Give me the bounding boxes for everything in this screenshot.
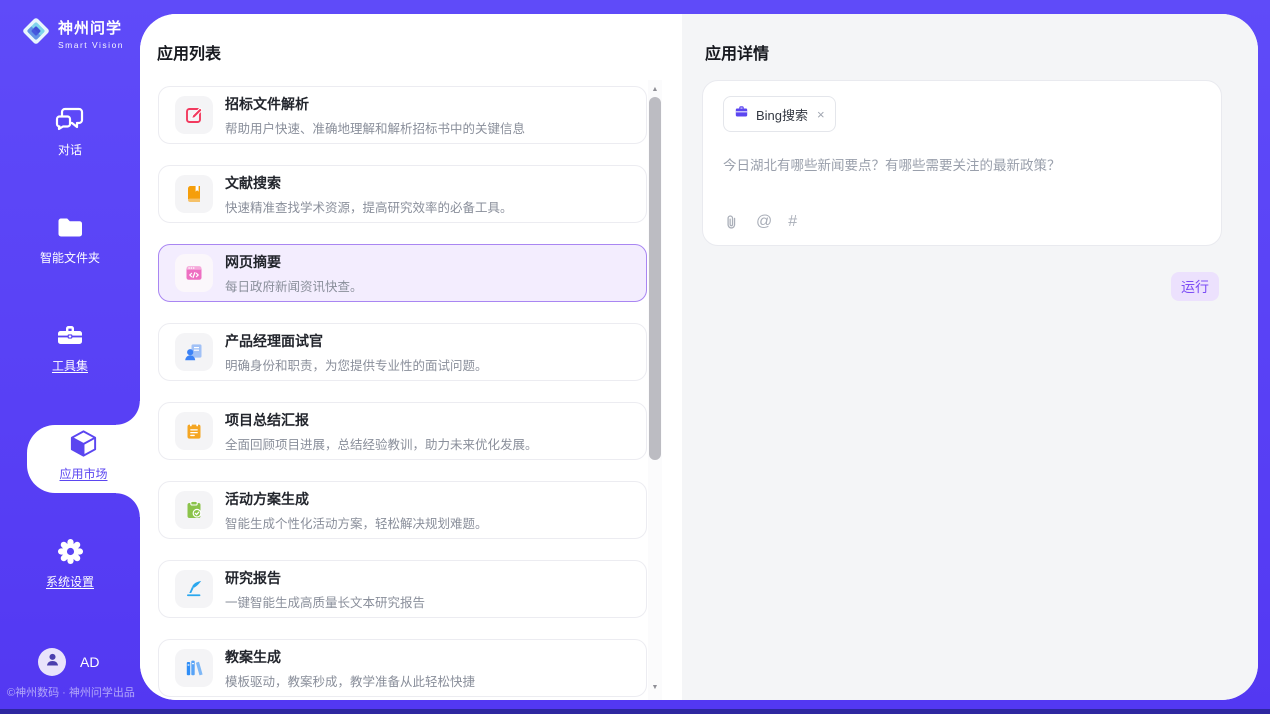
diamond-logo-icon	[20, 15, 52, 52]
hash-icon[interactable]: #	[788, 213, 797, 231]
run-button[interactable]: 运行	[1171, 272, 1219, 301]
sidebar-item-label: 应用市场	[59, 465, 107, 482]
sidebar-nav: 对话智能文件夹工具集应用市场系统设置	[0, 101, 140, 601]
tool-tag-bing-search[interactable]: Bing搜索 ×	[723, 96, 836, 132]
app-description: 全面回顾项目进展，总结经验教训，助力未来优化发展。	[225, 434, 538, 453]
at-icon[interactable]: @	[756, 213, 772, 231]
sidebar-item-settings[interactable]: 系统设置	[0, 533, 140, 601]
app-list-title: 应用列表	[157, 40, 221, 64]
clipboard-check-icon	[175, 491, 213, 529]
app-detail-title: 应用详情	[705, 40, 769, 64]
run-config-card: Bing搜索 × 今日湖北有哪些新闻要点？有哪些需要关注的最新政策？ @ #	[702, 80, 1222, 246]
gear-icon	[57, 533, 84, 569]
main-panel: 应用列表 招标文件解析帮助用户快速、准确地理解和解析招标书中的关键信息文献搜索快…	[140, 14, 1258, 700]
app-description: 帮助用户快速、准确地理解和解析招标书中的关键信息	[225, 118, 525, 137]
app-title: 网页摘要	[225, 252, 363, 272]
app-title: 招标文件解析	[225, 94, 525, 114]
app-description: 智能生成个性化活动方案，轻松解决规划难题。	[225, 513, 488, 532]
edit-document-icon	[175, 96, 213, 134]
toolbox-icon	[56, 317, 84, 353]
app-description: 每日政府新闻资讯快查。	[225, 276, 363, 295]
interviewer-icon	[175, 333, 213, 371]
scrollbar[interactable]: ▲ ▼	[648, 80, 662, 700]
tool-tag-label: Bing搜索	[756, 105, 808, 124]
app-title: 活动方案生成	[225, 489, 488, 509]
scroll-thumb[interactable]	[649, 97, 661, 460]
list-item[interactable]: 产品经理面试官明确身份和职责，为您提供专业性的面试问题。	[158, 323, 647, 381]
list-item[interactable]: 招标文件解析帮助用户快速、准确地理解和解析招标书中的关键信息	[158, 86, 647, 144]
list-item[interactable]: 教案生成模板驱动，教案秒成，教学准备从此轻松快捷	[158, 639, 647, 697]
user-profile[interactable]: AD	[38, 648, 99, 676]
folder-icon	[56, 209, 84, 245]
app-title: 教案生成	[225, 647, 475, 667]
app-description: 明确身份和职责，为您提供专业性的面试问题。	[225, 355, 488, 374]
paperclip-icon[interactable]	[723, 214, 740, 231]
prompt-input[interactable]: 今日湖北有哪些新闻要点？有哪些需要关注的最新政策？	[723, 154, 1201, 214]
sidebar-item-chat[interactable]: 对话	[0, 101, 140, 169]
sidebar-item-smart-folder[interactable]: 智能文件夹	[0, 209, 140, 277]
app-list-pane: 应用列表 招标文件解析帮助用户快速、准确地理解和解析招标书中的关键信息文献搜索快…	[140, 14, 682, 700]
app-title: 项目总结汇报	[225, 410, 538, 430]
user-name: AD	[80, 654, 99, 670]
web-code-icon	[175, 254, 213, 292]
copyright-text: ©神州数码 · 神州问学出品	[7, 684, 147, 700]
books-icon	[175, 649, 213, 687]
avatar	[38, 648, 66, 676]
briefcase-icon	[734, 104, 749, 124]
sidebar-item-label: 智能文件夹	[40, 249, 100, 266]
window-bottom-edge	[0, 709, 1270, 714]
app-description: 模板驱动，教案秒成，教学准备从此轻松快捷	[225, 671, 475, 690]
app-detail-pane: 应用详情 Bing搜索 × 今日湖北有哪些新闻要点？有哪些需要关注的最新政策？ …	[682, 14, 1258, 700]
notepad-icon	[175, 412, 213, 450]
app-title: 研究报告	[225, 568, 425, 588]
sidebar-item-toolkit[interactable]: 工具集	[0, 317, 140, 385]
book-icon	[175, 175, 213, 213]
list-item[interactable]: 项目总结汇报全面回顾项目进展，总结经验教训，助力未来优化发展。	[158, 402, 647, 460]
sidebar-item-app-market[interactable]: 应用市场	[27, 425, 140, 493]
list-item[interactable]: 文献搜索快速精准查找学术资源，提高研究效率的必备工具。	[158, 165, 647, 223]
app-description: 一键智能生成高质量长文本研究报告	[225, 592, 425, 611]
quill-report-icon	[175, 570, 213, 608]
list-item[interactable]: 活动方案生成智能生成个性化活动方案，轻松解决规划难题。	[158, 481, 647, 539]
app-card-list: 招标文件解析帮助用户快速、准确地理解和解析招标书中的关键信息文献搜索快速精准查找…	[158, 86, 647, 700]
chat-icon	[55, 101, 85, 137]
app-root: 神州问学 Smart Vision 对话智能文件夹工具集应用市场系统设置 AD …	[0, 0, 1270, 714]
logo-title: 神州问学	[58, 17, 124, 38]
cube-icon	[68, 425, 99, 461]
app-description: 快速精准查找学术资源，提高研究效率的必备工具。	[225, 197, 513, 216]
sidebar-item-label: 对话	[58, 141, 82, 158]
scroll-down-icon[interactable]: ▼	[648, 680, 662, 694]
app-title: 文献搜索	[225, 173, 513, 193]
logo-subtitle: Smart Vision	[58, 40, 124, 50]
user-avatar-icon	[44, 651, 61, 673]
sidebar-item-label: 系统设置	[46, 573, 94, 590]
input-toolbar: @ #	[723, 213, 797, 231]
close-icon[interactable]: ×	[817, 108, 825, 121]
logo: 神州问学 Smart Vision	[20, 15, 124, 52]
sidebar-item-label: 工具集	[52, 357, 88, 374]
app-title: 产品经理面试官	[225, 331, 488, 351]
list-item[interactable]: 研究报告一键智能生成高质量长文本研究报告	[158, 560, 647, 618]
list-item[interactable]: 网页摘要每日政府新闻资讯快查。	[158, 244, 647, 302]
scroll-up-icon[interactable]: ▲	[648, 82, 662, 96]
sidebar: 神州问学 Smart Vision 对话智能文件夹工具集应用市场系统设置 AD …	[0, 0, 140, 714]
